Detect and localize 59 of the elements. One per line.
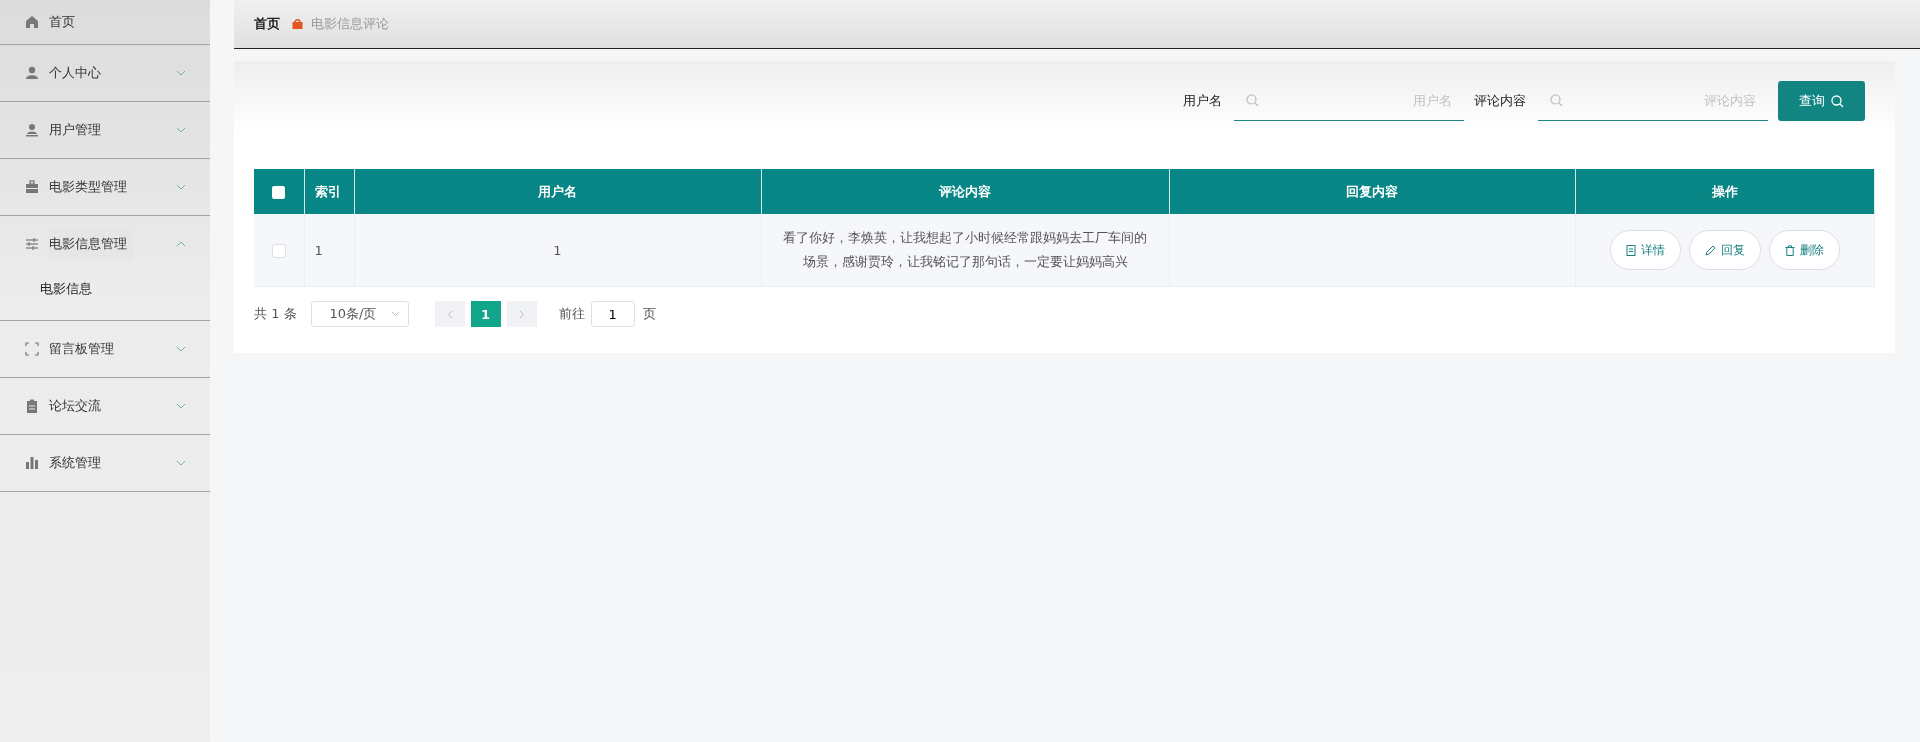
field-label: 用户名 bbox=[1183, 92, 1222, 110]
column-header: 评论内容 bbox=[761, 169, 1169, 214]
sidebar-item[interactable]: 电影信息管理 bbox=[0, 216, 210, 272]
sidebar-item[interactable]: 电影类型管理 bbox=[0, 159, 210, 215]
column-header: 回复内容 bbox=[1169, 169, 1575, 214]
goto-label: 前往 bbox=[558, 305, 585, 323]
column-header: 索引 bbox=[304, 169, 354, 214]
table-cell: 1 bbox=[354, 214, 761, 287]
select-all-checkbox[interactable] bbox=[272, 186, 286, 199]
chevron-down-icon bbox=[390, 311, 400, 317]
sidebar-item[interactable]: 论坛交流 bbox=[0, 378, 210, 434]
next-page-button[interactable] bbox=[506, 301, 537, 327]
search-icon bbox=[1550, 94, 1563, 107]
column-header: 用户名 bbox=[354, 169, 761, 214]
sidebar-item[interactable]: 用户管理 bbox=[0, 102, 210, 158]
pencil-icon bbox=[1704, 244, 1716, 256]
row-checkbox[interactable] bbox=[271, 243, 286, 258]
briefcase-icon bbox=[25, 180, 39, 194]
page-input[interactable]: 1 bbox=[590, 301, 635, 327]
search-icon bbox=[1831, 94, 1844, 108]
sidebar-item[interactable]: 个人中心 bbox=[0, 45, 210, 101]
field-label: 评论内容 bbox=[1474, 92, 1526, 110]
frame-icon bbox=[25, 342, 39, 356]
total-count: 共 1 条 bbox=[254, 305, 297, 323]
breadcrumb-item: 电影信息评论 bbox=[311, 15, 389, 33]
chevron-down-icon bbox=[176, 346, 186, 352]
chevron-right-icon bbox=[518, 309, 525, 319]
person-icon bbox=[25, 66, 39, 80]
previous-page-button[interactable] bbox=[434, 301, 465, 327]
bar-chart-icon bbox=[25, 456, 39, 470]
chevron-left-icon bbox=[446, 309, 453, 319]
chevron-up-icon bbox=[176, 241, 186, 247]
clipboard-icon bbox=[25, 399, 39, 413]
basket-icon bbox=[292, 19, 303, 29]
trash-icon bbox=[1784, 244, 1795, 256]
sidebar-item[interactable]: 留言板管理 bbox=[0, 321, 210, 377]
search-button[interactable]: 查询 bbox=[1778, 81, 1865, 121]
table-cell: 1 bbox=[304, 214, 354, 287]
reply-button[interactable]: 回复 bbox=[1688, 230, 1761, 270]
chevron-down-icon bbox=[176, 127, 186, 133]
chevron-down-icon bbox=[176, 460, 186, 466]
chevron-down-icon bbox=[176, 70, 186, 76]
user-icon bbox=[25, 123, 39, 137]
breadcrumb-item[interactable]: 首页 bbox=[254, 15, 280, 33]
chevron-down-icon bbox=[176, 403, 186, 409]
page-suffix: 页 bbox=[642, 305, 656, 323]
table-cell: 看了你好，李焕英，让我想起了小时候经常跟妈妈去工厂车间的场景，感谢贾玲，让我铭记了那句话，一定要让妈妈高兴 bbox=[761, 214, 1169, 287]
sidebar-item[interactable]: 首页 bbox=[0, 0, 210, 44]
detail-button[interactable]: 详情 bbox=[1609, 230, 1681, 270]
home-icon bbox=[25, 15, 39, 29]
delete-button[interactable]: 删除 bbox=[1768, 230, 1840, 270]
sidebar-item[interactable]: 系统管理 bbox=[0, 435, 210, 491]
column-header: 操作 bbox=[1575, 169, 1875, 214]
document-icon bbox=[1625, 244, 1636, 256]
sliders-icon bbox=[25, 237, 39, 251]
page-size-select[interactable]: 10条/页 bbox=[310, 301, 409, 327]
chevron-down-icon bbox=[176, 184, 186, 190]
search-icon bbox=[1246, 94, 1259, 107]
sidebar-subitem[interactable]: 电影信息 bbox=[0, 272, 210, 320]
